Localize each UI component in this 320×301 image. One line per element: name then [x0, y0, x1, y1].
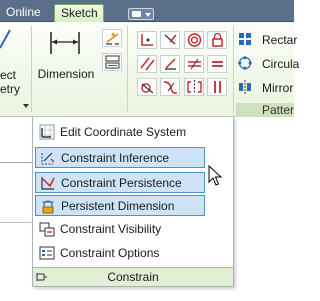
vertical-constraint-button[interactable]: [207, 78, 227, 96]
menu-item-label: Edit Coordinate System: [60, 125, 187, 139]
constrain-panel-title-bar[interactable]: Constrain: [33, 267, 233, 286]
sketch-grid-line: [0, 162, 34, 163]
chevron-down-icon[interactable]: [23, 104, 29, 108]
dimension-label: Dimension: [37, 67, 95, 81]
concentric-constraint-icon: [187, 33, 202, 47]
left-panel-label-2[interactable]: etry: [0, 82, 20, 96]
coincident-constraint-icon: [141, 34, 153, 46]
auto-dimension-button[interactable]: [102, 29, 122, 47]
vertical-constraint-icon: [214, 81, 221, 93]
tab-sketch[interactable]: Sketch: [54, 4, 104, 22]
concentric-constraint-button[interactable]: [184, 31, 204, 49]
menu-item-edit-coordinate-system[interactable]: Edit Coordinate System: [35, 122, 205, 143]
circular-pattern-button[interactable]: Circula: [262, 57, 299, 71]
show-constraints-icon: [105, 55, 120, 69]
constraint-inference-icon: [41, 152, 55, 165]
lock-icon: [212, 32, 223, 47]
horizontal-constraint-button[interactable]: [184, 55, 204, 73]
mouse-cursor-icon: [208, 165, 222, 186]
menu-item-constraint-visibility[interactable]: Constraint Visibility: [35, 219, 205, 240]
constrain-panel-expanded-menu: Edit Coordinate System Constraint Infere…: [32, 117, 234, 287]
coordinate-system-icon: [39, 124, 55, 140]
menu-item-label: Constraint Persistence: [61, 176, 182, 190]
menu-item-constraint-inference[interactable]: Constraint Inference: [35, 147, 205, 168]
persistent-dimension-icon: [42, 200, 54, 214]
coincident-constraint-button[interactable]: [137, 31, 157, 49]
create-geometry-icon: [0, 29, 11, 49]
tab-online[interactable]: Online: [0, 4, 47, 22]
smooth-constraint-icon: [163, 81, 178, 94]
constraint-options-icon: [39, 246, 55, 260]
dimension-icon: [50, 32, 80, 54]
horizontal-constraint-icon: [188, 58, 201, 70]
quick-access-dropdown-icon[interactable]: [128, 8, 154, 20]
tangent-constraint-icon: [141, 83, 154, 94]
collinear-constraint-icon: [164, 34, 177, 45]
tangent-constraint-button[interactable]: [137, 78, 157, 96]
constrain-panel-title: Constrain: [107, 270, 159, 284]
smooth-constraint-button[interactable]: [160, 78, 180, 96]
auto-dimension-icon: [106, 32, 119, 45]
menu-item-persistent-dimension[interactable]: Persistent Dimension: [35, 195, 205, 216]
rectangular-pattern-icon: [239, 33, 251, 45]
show-constraints-button[interactable]: [102, 53, 122, 71]
menu-item-label: Constraint Options: [60, 246, 160, 260]
circular-pattern-icon: [238, 56, 252, 70]
menu-item-label: Persistent Dimension: [61, 199, 175, 213]
collinear-constraint-button[interactable]: [160, 31, 180, 49]
parallel-constraint-icon: [140, 57, 155, 71]
rectangular-pattern-button[interactable]: Rectar: [262, 33, 297, 47]
menu-item-label: Constraint Visibility: [60, 222, 162, 236]
left-panel-label-1[interactable]: ect: [0, 68, 16, 82]
equal-constraint-button[interactable]: [207, 55, 227, 73]
constraint-persistence-icon: [41, 177, 55, 190]
menu-item-constraint-options[interactable]: Constraint Options: [35, 243, 205, 264]
sketch-grid-line: [0, 222, 34, 223]
menu-item-label: Constraint Inference: [61, 151, 170, 165]
mirror-icon: [239, 80, 251, 94]
pattern-panel-divider: [233, 26, 234, 112]
symmetric-constraint-button[interactable]: [184, 78, 204, 96]
ribbon-tab-bar: Online Sketch: [0, 0, 294, 22]
fix-constraint-button[interactable]: [207, 31, 227, 49]
constraint-visibility-icon: [39, 222, 55, 237]
constraint-group-divider: [127, 26, 128, 112]
symmetric-constraint-icon: [187, 80, 202, 94]
parallel-constraint-button[interactable]: [137, 55, 157, 73]
panel-divider: [31, 26, 32, 112]
dimension-button[interactable]: Dimension: [34, 26, 98, 88]
mirror-button[interactable]: Mirror: [262, 81, 293, 95]
equal-constraint-icon: [212, 61, 223, 67]
perpendicular-constraint-icon: [165, 58, 176, 70]
perpendicular-constraint-button[interactable]: [160, 55, 180, 73]
menu-item-constraint-persistence[interactable]: Constraint Persistence: [35, 172, 205, 193]
